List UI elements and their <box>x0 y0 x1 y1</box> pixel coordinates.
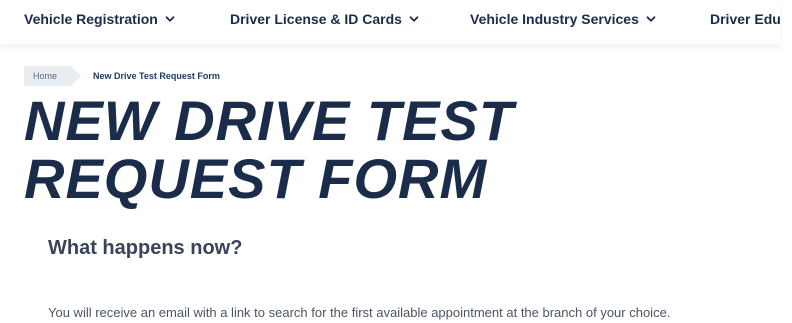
section-heading: What happens now? <box>48 237 243 259</box>
top-navigation: Vehicle Registration Driver License & ID… <box>0 0 781 44</box>
nav-item-label: Vehicle Registration <box>24 11 158 27</box>
chevron-down-icon <box>646 14 656 24</box>
chevron-down-icon <box>165 14 175 24</box>
nav-item-driver-education[interactable]: Driver Edu <box>710 11 781 27</box>
nav-item-vehicle-registration[interactable]: Vehicle Registration <box>24 11 175 27</box>
page-title-line-2: REQUEST FORM <box>24 147 488 210</box>
nav-item-vehicle-industry-services[interactable]: Vehicle Industry Services <box>470 11 656 27</box>
nav-item-label: Vehicle Industry Services <box>470 11 639 27</box>
info-paragraph: You will receive an email with a link to… <box>48 305 671 320</box>
breadcrumb-current: New Drive Test Request Form <box>93 71 220 81</box>
breadcrumb-home-link[interactable]: Home <box>24 66 82 86</box>
breadcrumb: Home New Drive Test Request Form <box>24 66 220 86</box>
nav-item-label: Driver Edu <box>710 11 781 27</box>
page-title-line-1: NEW DRIVE TEST <box>24 89 515 152</box>
chevron-down-icon <box>409 14 419 24</box>
nav-item-driver-license[interactable]: Driver License & ID Cards <box>230 11 419 27</box>
page-title: NEW DRIVE TEST REQUEST FORM <box>24 92 764 208</box>
nav-item-label: Driver License & ID Cards <box>230 11 402 27</box>
page: Vehicle Registration Driver License & ID… <box>0 0 792 323</box>
